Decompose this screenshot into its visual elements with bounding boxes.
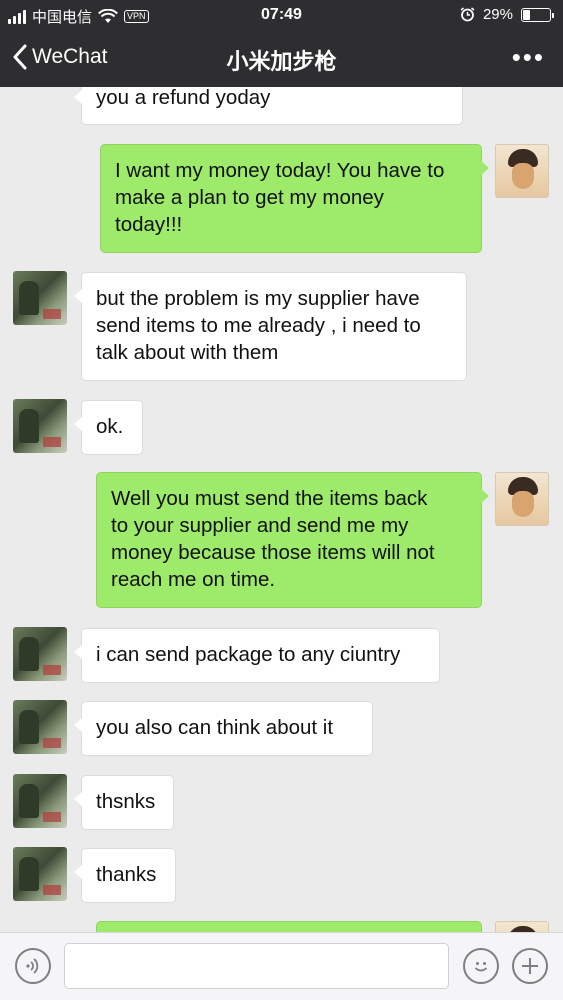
contact-avatar[interactable]	[13, 627, 67, 681]
signal-icon	[8, 9, 26, 24]
my-avatar[interactable]	[495, 472, 549, 526]
status-bar: 中国电信 VPN 07:49 29%	[0, 0, 563, 32]
more-options-button[interactable]: •••	[512, 44, 545, 70]
contact-avatar[interactable]	[13, 399, 67, 453]
battery-percent: 29%	[482, 6, 513, 23]
message-bubble-incoming[interactable]: you a refund yoday	[74, 87, 463, 125]
message-bubble-incoming[interactable]: you also can think about it	[74, 701, 373, 756]
message-bubble-incoming[interactable]: thanks	[74, 848, 176, 903]
contact-avatar[interactable]	[13, 774, 67, 828]
alarm-icon	[460, 7, 475, 22]
message-bubble-incoming[interactable]: i can send package to any ciuntry	[74, 628, 440, 683]
my-avatar[interactable]	[495, 921, 549, 932]
voice-icon	[26, 958, 39, 974]
message-bubble-outgoing[interactable]	[96, 921, 482, 932]
message-bubble-incoming[interactable]: ok.	[74, 400, 143, 455]
message-bubble-outgoing[interactable]: Well you must send the items back to you…	[96, 472, 489, 608]
back-button[interactable]: WeChat	[12, 44, 107, 70]
nav-bar: WeChat 小米加步枪 •••	[0, 32, 563, 87]
my-avatar[interactable]	[495, 144, 549, 198]
battery-icon	[521, 7, 554, 22]
message-bubble-outgoing[interactable]: I want my money today! You have to make …	[100, 144, 489, 253]
contact-avatar[interactable]	[13, 271, 67, 325]
wifi-icon	[98, 9, 118, 23]
message-input[interactable]	[64, 943, 449, 989]
chevron-left-icon	[13, 44, 27, 70]
message-bubble-incoming[interactable]: but the problem is my supplier have send…	[74, 272, 467, 381]
vpn-badge: VPN	[124, 10, 149, 23]
emoji-button[interactable]	[463, 948, 499, 984]
input-bar	[0, 932, 563, 1000]
chat-area[interactable]: you a refund yoday I want my money today…	[0, 87, 563, 932]
contact-avatar[interactable]	[13, 847, 67, 901]
back-label: WeChat	[32, 45, 108, 68]
emoji-icon	[474, 962, 488, 972]
contact-avatar[interactable]	[13, 700, 67, 754]
plus-icon	[522, 958, 538, 974]
plus-button[interactable]	[512, 948, 548, 984]
message-bubble-incoming[interactable]: thsnks	[74, 775, 174, 830]
voice-button[interactable]	[15, 948, 51, 984]
carrier-label: 中国电信	[32, 9, 93, 26]
